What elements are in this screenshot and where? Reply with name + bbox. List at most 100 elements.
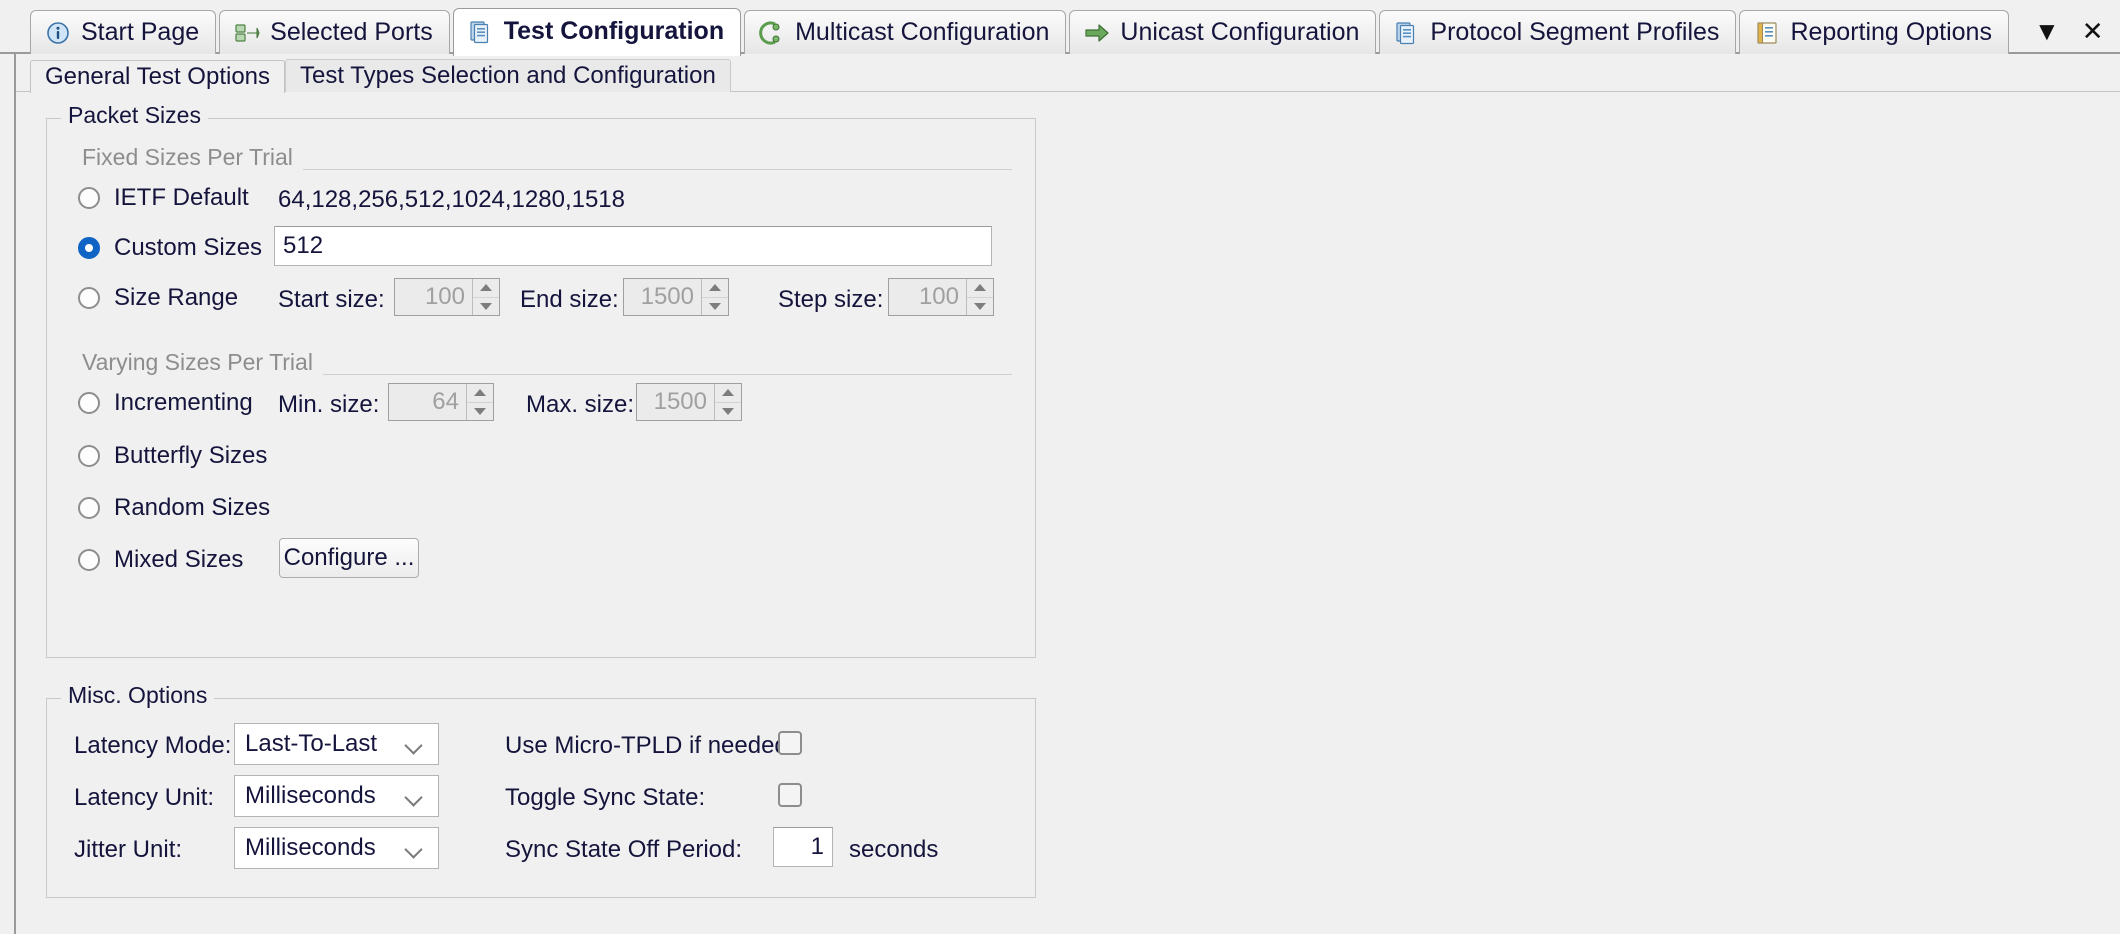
tab-label: Selected Ports: [270, 18, 433, 46]
arrow-right-icon: [1084, 20, 1110, 46]
misc-options-title: Misc. Options: [61, 684, 215, 707]
latency-unit-value: Milliseconds: [245, 782, 376, 809]
radio-indicator[interactable]: [78, 237, 100, 259]
chevron-down-icon[interactable]: ▼: [2034, 18, 2060, 44]
spinner-up-icon[interactable]: [467, 384, 493, 403]
tab-label: Reporting Options: [1790, 18, 1992, 46]
radio-butterfly-sizes[interactable]: Butterfly Sizes: [78, 442, 267, 470]
close-icon[interactable]: ✕: [2082, 18, 2104, 44]
tab-label: Protocol Segment Profiles: [1430, 18, 1720, 46]
custom-sizes-input[interactable]: 512: [274, 226, 992, 266]
radio-custom-sizes[interactable]: Custom Sizes: [78, 234, 262, 262]
tab-unicast-configuration[interactable]: Unicast Configuration: [1069, 10, 1377, 54]
radio-indicator[interactable]: [78, 287, 100, 309]
radio-random-sizes[interactable]: Random Sizes: [78, 494, 270, 522]
latency-unit-label: Latency Unit:: [74, 784, 215, 811]
tab-test-configuration[interactable]: Test Configuration: [452, 8, 742, 56]
tab-label: Start Page: [81, 18, 200, 46]
tab-label: Unicast Configuration: [1120, 18, 1360, 46]
radio-label: Random Sizes: [114, 494, 271, 521]
ietf-default-sizes-value: 64,128,256,512,1024,1280,1518: [278, 186, 626, 213]
spinner-up-icon[interactable]: [473, 279, 499, 298]
step-size-value: 100: [918, 283, 959, 310]
radio-label: Custom Sizes: [114, 234, 263, 261]
tab-selected-ports[interactable]: Selected Ports: [219, 10, 450, 54]
step-size-label: Step size:: [778, 286, 884, 313]
main-tab-bar: Start Page Selected Ports Test Configura…: [0, 0, 2120, 56]
spinner-buttons[interactable]: [466, 384, 493, 420]
chevron-down-icon[interactable]: [406, 843, 424, 854]
tab-start-page[interactable]: Start Page: [30, 10, 217, 54]
spinner-up-icon[interactable]: [715, 384, 741, 403]
application-window: Start Page Selected Ports Test Configura…: [0, 0, 2120, 934]
spinner-up-icon[interactable]: [702, 279, 728, 298]
latency-mode-select[interactable]: Last-To-Last: [234, 723, 439, 765]
radio-indicator[interactable]: [78, 392, 100, 414]
radio-indicator[interactable]: [78, 445, 100, 467]
end-size-value: 1500: [640, 283, 694, 310]
configure-mixed-sizes-button[interactable]: Configure ...: [279, 538, 419, 578]
spinner-buttons[interactable]: [472, 279, 499, 315]
max-size-value: 1500: [653, 388, 707, 415]
radio-label: Butterfly Sizes: [114, 442, 268, 469]
radio-label: IETF Default: [114, 184, 249, 211]
documents-icon: [1394, 20, 1420, 46]
packet-sizes-title: Packet Sizes: [61, 104, 208, 127]
micro-tpld-checkbox[interactable]: [778, 731, 802, 755]
toggle-sync-state-checkbox[interactable]: [778, 783, 802, 807]
sync-state-off-period-unit: seconds: [849, 836, 939, 863]
radio-incrementing[interactable]: Incrementing: [78, 389, 253, 417]
spinner-buttons[interactable]: [966, 279, 993, 315]
radio-mixed-sizes[interactable]: Mixed Sizes: [78, 546, 243, 574]
start-size-spinner[interactable]: 100: [394, 278, 500, 316]
tab-reporting-options[interactable]: Reporting Options: [1739, 10, 2009, 54]
radio-ietf-default[interactable]: IETF Default: [78, 184, 249, 212]
latency-mode-label: Latency Mode:: [74, 732, 232, 759]
spinner-buttons[interactable]: [714, 384, 741, 420]
jitter-unit-label: Jitter Unit:: [74, 836, 183, 863]
subtab-label: Test Types Selection and Configuration: [300, 62, 716, 89]
sync-state-off-period-input[interactable]: 1: [773, 827, 833, 867]
step-size-spinner[interactable]: 100: [888, 278, 994, 316]
radio-size-range[interactable]: Size Range: [78, 284, 238, 312]
min-size-value: 64: [432, 388, 459, 415]
spinner-down-icon[interactable]: [702, 298, 728, 316]
fixed-sizes-section-header: Fixed Sizes Per Trial: [82, 144, 1012, 171]
sub-tab-bar: General Test Options Test Types Selectio…: [16, 54, 2120, 93]
spinner-up-icon[interactable]: [967, 279, 993, 298]
tab-protocol-segment-profiles[interactable]: Protocol Segment Profiles: [1379, 10, 1737, 54]
radio-label: Size Range: [114, 284, 239, 311]
radio-indicator[interactable]: [78, 497, 100, 519]
jitter-unit-select[interactable]: Milliseconds: [234, 827, 439, 869]
tab-strip-controls: ▼ ✕: [2012, 18, 2120, 54]
spinner-down-icon[interactable]: [473, 298, 499, 316]
chevron-down-icon[interactable]: [406, 739, 424, 750]
ports-icon: [234, 20, 260, 46]
radio-indicator[interactable]: [78, 549, 100, 571]
section-divider: [322, 374, 1012, 375]
max-size-spinner[interactable]: 1500: [636, 383, 742, 421]
min-size-spinner[interactable]: 64: [388, 383, 494, 421]
start-size-value: 100: [424, 283, 465, 310]
tab-multicast-configuration[interactable]: Multicast Configuration: [744, 10, 1067, 54]
spinner-down-icon[interactable]: [967, 298, 993, 316]
end-size-spinner[interactable]: 1500: [623, 278, 729, 316]
sync-state-off-period-value: 1: [810, 833, 824, 860]
section-divider: [302, 169, 1012, 170]
subtab-test-types-selection[interactable]: Test Types Selection and Configuration: [285, 59, 731, 92]
radio-indicator[interactable]: [78, 187, 100, 209]
latency-unit-select[interactable]: Milliseconds: [234, 775, 439, 817]
info-circle-icon: [45, 20, 71, 46]
end-size-label: End size:: [520, 286, 619, 313]
notebook-icon: [1754, 20, 1780, 46]
multicast-icon: [759, 20, 785, 46]
micro-tpld-label: Use Micro-TPLD if needed:: [505, 732, 795, 759]
documents-icon: [468, 19, 494, 45]
subtab-general-test-options[interactable]: General Test Options: [30, 60, 286, 93]
spinner-down-icon[interactable]: [715, 403, 741, 421]
spinner-down-icon[interactable]: [467, 403, 493, 421]
spinner-buttons[interactable]: [701, 279, 728, 315]
tab-label: Test Configuration: [503, 17, 725, 45]
chevron-down-icon[interactable]: [406, 791, 424, 802]
varying-sizes-section-header: Varying Sizes Per Trial: [82, 349, 1012, 376]
